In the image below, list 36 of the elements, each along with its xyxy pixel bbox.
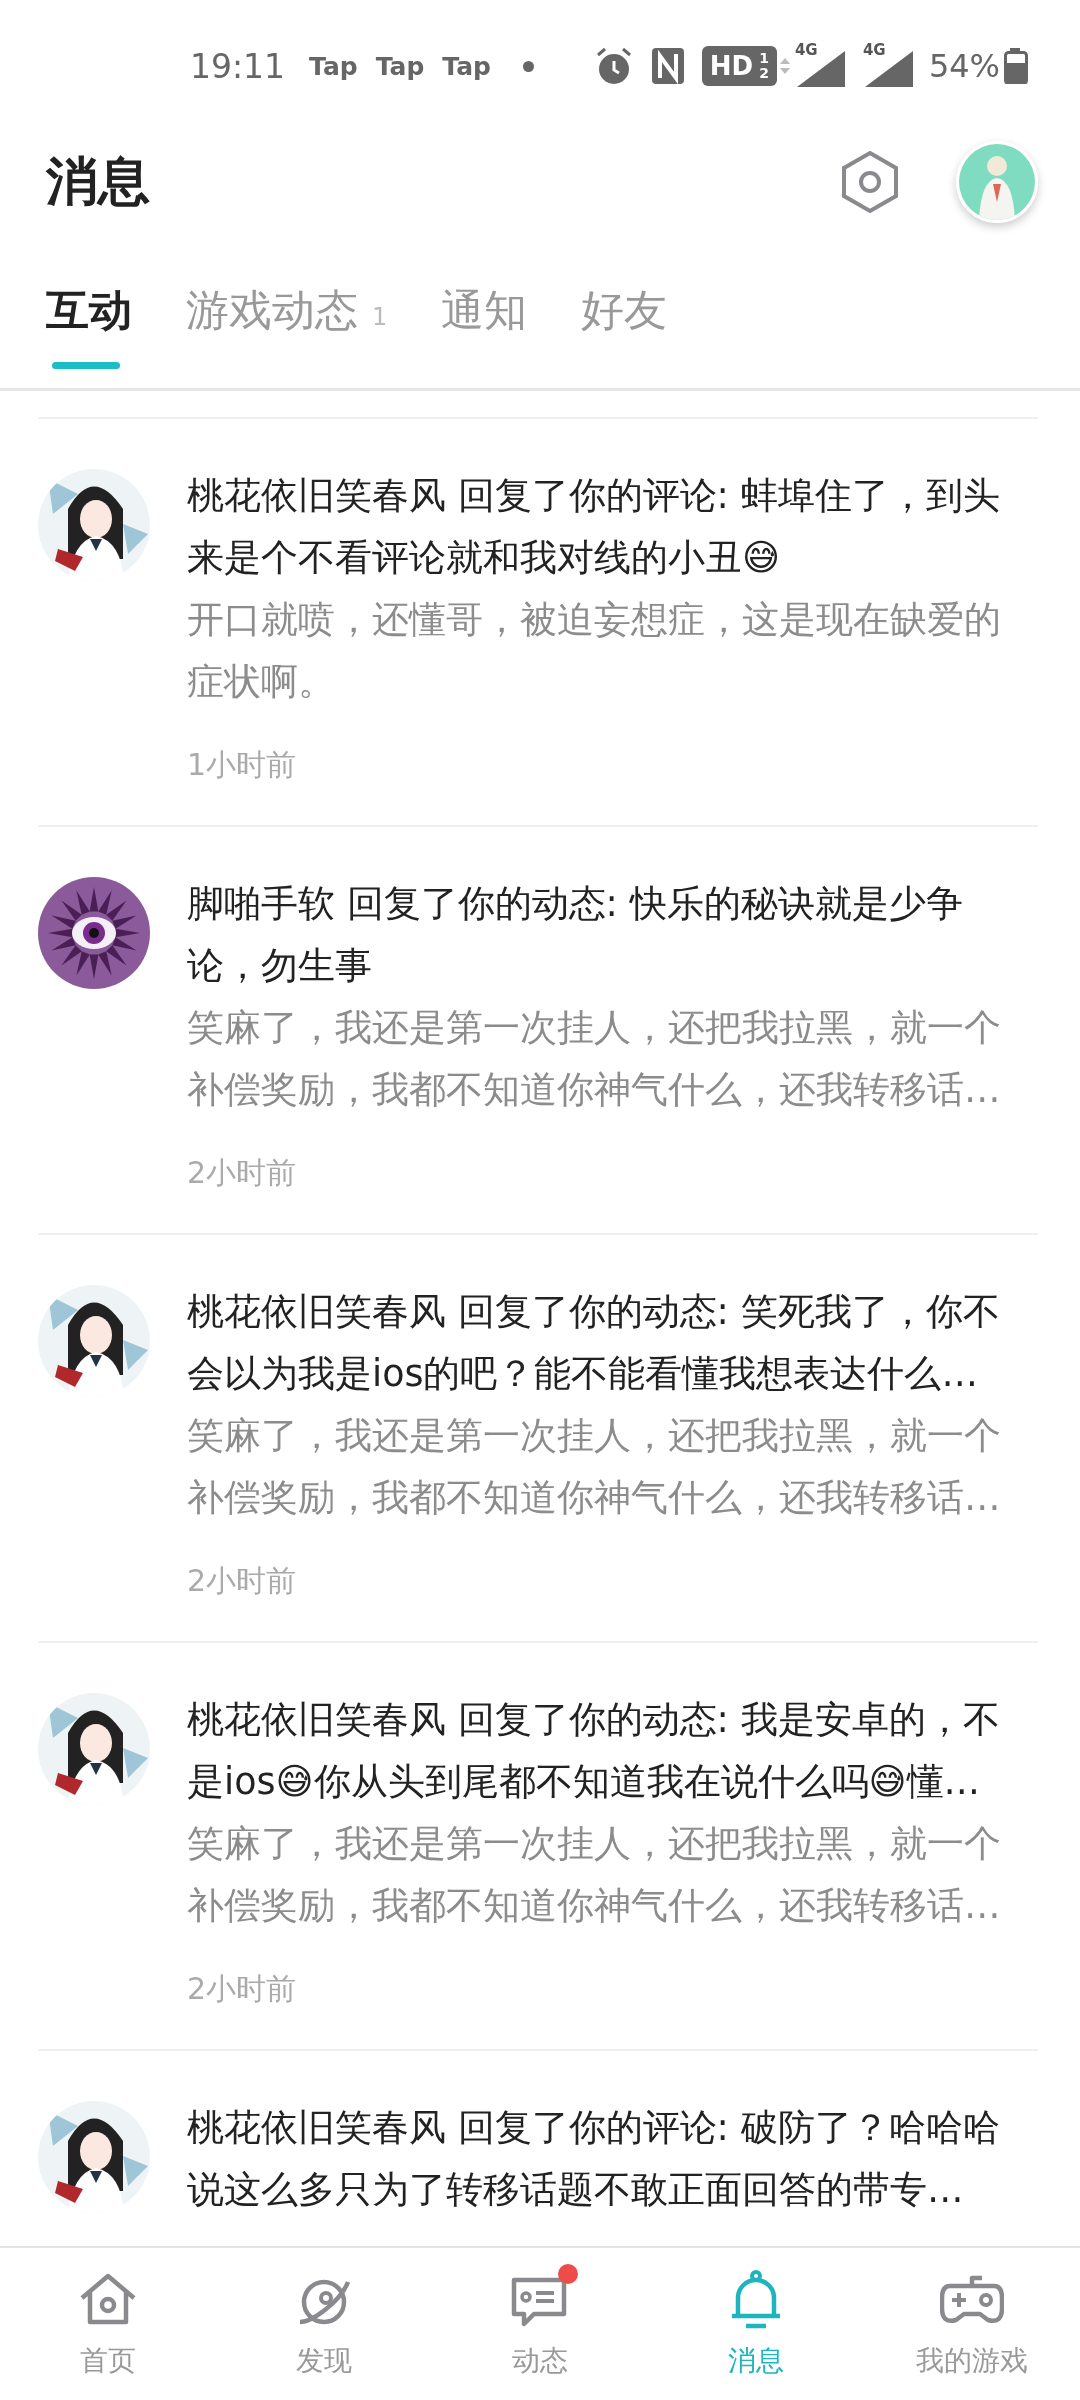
message-title[interactable]: 脚啪手软 回复了你的动态: 快乐的秘诀就是少争论，勿生事 xyxy=(187,873,1018,997)
tab[interactable]: 通知 xyxy=(441,282,528,340)
nav-tab[interactable]: 消息 xyxy=(648,2248,864,2400)
cell-signal: 4G xyxy=(860,45,913,87)
active-tab-indicator xyxy=(52,362,120,369)
nav-tab[interactable]: 动态 xyxy=(432,2248,648,2400)
nav-tab[interactable]: 发现 xyxy=(216,2248,432,2400)
message-preview: 笑麻了，我还是第一次挂人，还把我拉黑，就一个补偿奖励，我都不知道你神气什么，还我转移话… xyxy=(187,1821,1002,1929)
message-title[interactable]: 桃花依旧笑春风 回复了你的动态: 我是安卓的，不是ios😅你从头到尾都不知道我在说什么吗😅懂… xyxy=(187,1689,1018,1813)
nav-tab[interactable]: 我的游戏 xyxy=(864,2248,1080,2400)
page-title: 消息 xyxy=(46,150,151,213)
notification-icon: Tap xyxy=(375,51,425,81)
battery-percent: 54% xyxy=(928,47,1000,85)
tab[interactable]: 好友 xyxy=(581,282,668,340)
unread-count: 1 xyxy=(372,303,388,331)
message-title[interactable]: 桃花依旧笑春风 回复了你的动态: 笑死我了，你不会以为我是ios的吧？能不能看懂我想表达什么… xyxy=(187,1281,1018,1405)
message-time: 2小时前 xyxy=(187,1970,297,2008)
battery-icon xyxy=(1004,48,1028,84)
message-title[interactable]: 桃花依旧笑春风 回复了你的评论: 破防了？哈哈哈说这么多只为了转移话题不敢正面回答的带专… xyxy=(187,2097,1018,2221)
status-time: 19:11 xyxy=(190,46,286,86)
message-time: 2小时前 xyxy=(187,1154,297,1192)
cell-signal: 4G xyxy=(792,45,845,87)
more-notifications-dot xyxy=(522,60,534,72)
message-preview: 笑麻了，我还是第一次挂人，还把我拉黑，就一个补偿奖励，我都不知道你神气什么，还我转移话… xyxy=(187,1413,1002,1521)
message-preview: 笑麻了，我还是第一次挂人，还把我拉黑，就一个补偿奖励，我都不知道你神气什么，还我转移话… xyxy=(187,1005,1002,1113)
message-preview: 开口就喷，还懂哥，被迫妄想症，这是现在缺爱的症状啊。 xyxy=(187,597,1002,705)
message-title[interactable]: 桃花依旧笑春风 回复了你的评论: 蚌埠住了，到头来是个不看评论就和我对线的小丑😅 xyxy=(187,465,1018,589)
message-time: 1小时前 xyxy=(187,746,297,784)
notification-icon: Tap xyxy=(442,51,491,81)
message-time: 2小时前 xyxy=(187,1562,297,1600)
tab[interactable]: 游戏动态 xyxy=(186,282,358,340)
notification-icon: Tap xyxy=(309,51,358,81)
data-arrows-icon xyxy=(778,58,791,74)
nav-tab[interactable]: 首页 xyxy=(0,2248,216,2400)
tab[interactable]: 互动 xyxy=(46,282,132,340)
nfc-icon xyxy=(649,46,686,86)
